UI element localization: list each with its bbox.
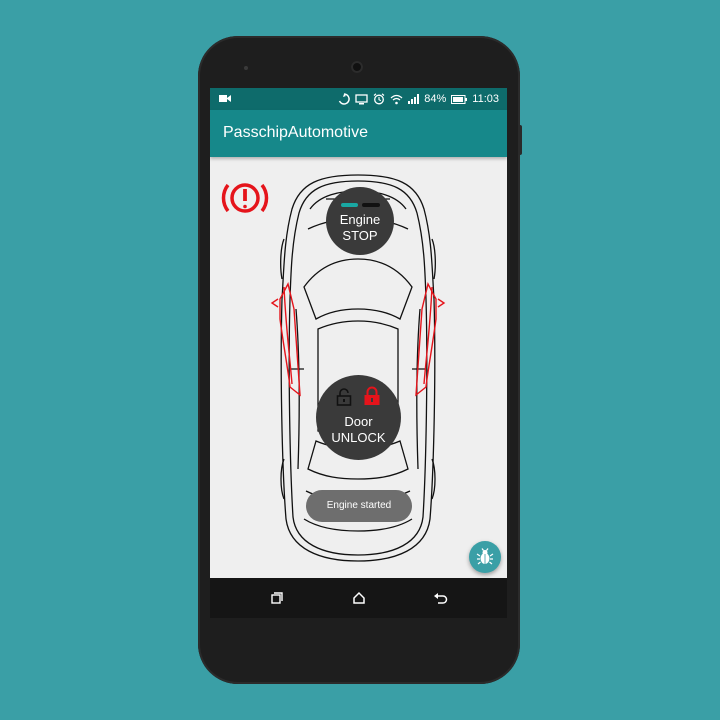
engine-off-indicator	[362, 203, 380, 207]
alarm-icon	[373, 93, 385, 105]
phone-screen: 84% 11:03 PasschipAutomotive Engine STOP…	[210, 88, 507, 618]
debug-fab-button[interactable]	[469, 541, 501, 573]
front-camera	[351, 61, 363, 73]
wifi-icon	[390, 94, 403, 105]
unlocked-padlock-icon	[336, 388, 352, 406]
sync-icon	[338, 93, 351, 105]
sensor-dot	[244, 66, 248, 70]
locked-padlock-icon	[364, 386, 380, 405]
side-button	[518, 125, 522, 155]
engine-action-label: STOP	[342, 228, 378, 243]
toast-message: Engine started	[306, 490, 412, 522]
battery-percent: 84%	[424, 93, 447, 105]
navigation-bar	[210, 578, 507, 618]
bug-icon	[476, 548, 494, 565]
recent-apps-icon[interactable]	[268, 590, 284, 606]
app-bar: PasschipAutomotive	[210, 110, 507, 157]
main-content: Engine STOP Door UNLOCK Engine started	[210, 157, 507, 578]
engine-on-indicator	[341, 203, 358, 207]
app-title: PasschipAutomotive	[223, 124, 368, 141]
engine-stop-button[interactable]: Engine STOP	[326, 187, 394, 255]
battery-icon	[451, 94, 468, 104]
engine-label: Engine	[339, 212, 381, 227]
door-unlock-button[interactable]: Door UNLOCK	[316, 375, 401, 460]
home-icon[interactable]	[351, 590, 367, 606]
signal-icon	[408, 94, 420, 104]
back-icon[interactable]	[432, 590, 448, 606]
door-action-label: UNLOCK	[331, 430, 386, 445]
clock-time: 11:03	[472, 93, 499, 105]
video-icon	[219, 95, 231, 102]
cast-icon	[355, 93, 368, 105]
brake-warning-icon	[221, 183, 269, 213]
status-bar: 84% 11:03	[210, 88, 507, 110]
door-label: Door	[344, 414, 373, 429]
